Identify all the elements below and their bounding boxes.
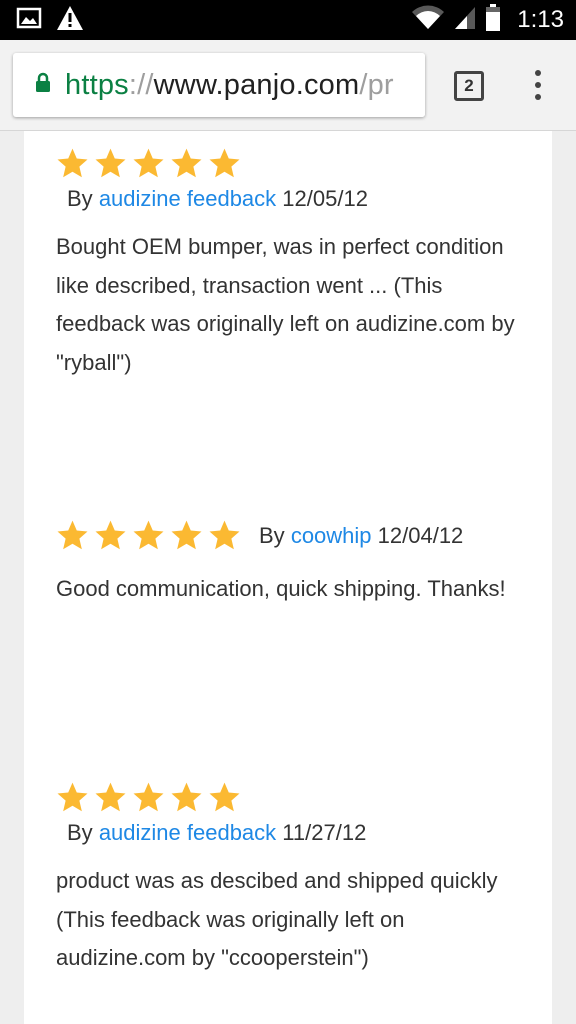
star-icon [209,520,240,550]
review-date: 12/05/12 [282,186,368,211]
by-label: By [67,186,93,211]
url-separator: :// [128,68,154,101]
review-date: 12/04/12 [377,522,464,548]
star-icon [57,520,88,550]
by-label: By [67,820,93,845]
star-icon [171,782,202,812]
reviewer-link[interactable]: audizine feedback [99,186,276,211]
star-icon [171,520,202,550]
star-icon [209,148,240,178]
battery-icon [485,3,501,37]
signal-icon [453,5,477,36]
star-icon [95,148,126,178]
review-text: Good communication, quick shipping. Than… [56,576,506,601]
status-bar: 1:13 [0,0,576,40]
star-icon [133,148,164,178]
review-text: Bought OEM bumper, was in perfect condit… [56,234,515,375]
url-fade [397,53,425,117]
star-icon [133,520,164,550]
wifi-icon [411,5,445,36]
review-item: By audizine feedback 11/27/12 product wa… [56,781,536,978]
url-host: www.panjo.com [153,68,360,101]
by-label: By [259,522,285,548]
clock: 1:13 [517,6,564,33]
star-icon [57,148,88,178]
star-icon [133,782,164,812]
review-byline: By audizine feedback 11/27/12 [56,820,536,846]
page-content: By audizine feedback 12/05/12 Bought OEM… [24,131,552,1024]
url-bar[interactable]: https://www.panjo.com/pr [13,53,425,117]
star-icon [57,782,88,812]
url-path: /pr [359,68,394,101]
star-rating [56,147,241,180]
star-icon [171,148,202,178]
star-icon [95,782,126,812]
star-rating [56,781,241,814]
reviewer-link[interactable]: coowhip [291,523,372,548]
star-rating [56,519,241,552]
star-icon [95,520,126,550]
tab-switcher-button[interactable]: 2 [454,71,484,101]
review-item: By audizine feedback 12/05/12 Bought OEM… [56,147,536,382]
review-byline: By coowhip 12/04/12 [259,523,463,549]
reviewer-link[interactable]: audizine feedback [99,820,276,845]
review-date: 11/27/12 [282,820,367,845]
warning-icon [56,5,84,36]
browser-toolbar: https://www.panjo.com/pr 2 [0,40,576,131]
more-vert-icon[interactable] [526,70,550,102]
url-text: https://www.panjo.com/pr [65,69,394,102]
review-text: product was as descibed and shipped quic… [56,868,498,970]
review-byline: By audizine feedback 12/05/12 [56,186,536,212]
url-scheme: https [65,68,129,101]
image-icon [16,7,42,34]
star-icon [209,782,240,812]
lock-icon [35,72,51,98]
review-header: By coowhip 12/04/12 [56,519,536,552]
review-item: By coowhip 12/04/12 Good communication, … [56,519,536,609]
